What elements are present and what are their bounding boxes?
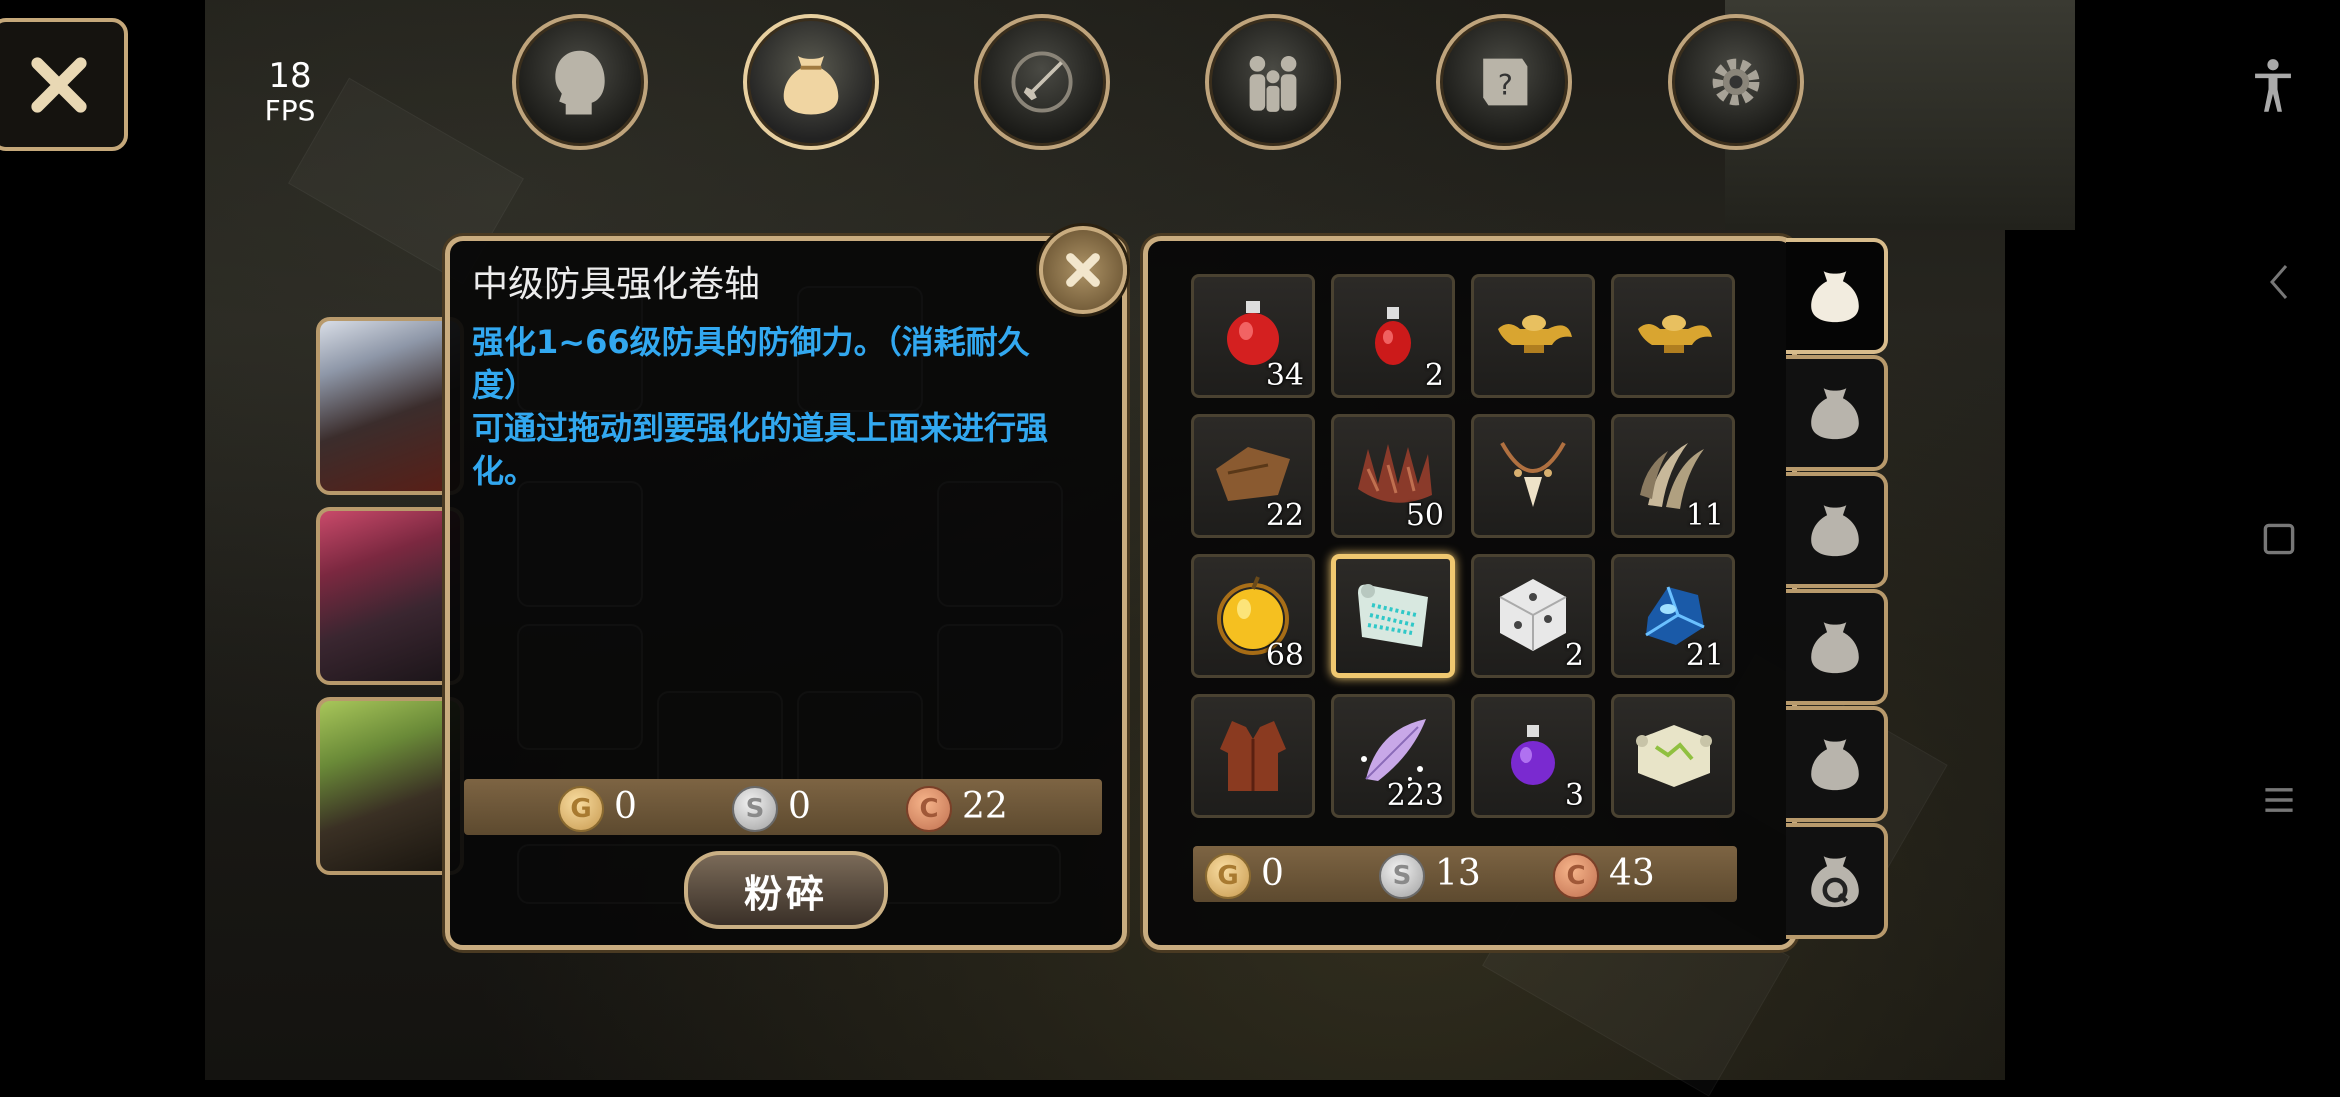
bag-icon <box>1811 622 1859 674</box>
inventory-slot-selected[interactable] <box>1331 554 1455 678</box>
item-count: 11 <box>1685 498 1724 533</box>
inventory-slot[interactable] <box>1611 274 1735 398</box>
portrait-white-hair-hero[interactable] <box>316 317 464 495</box>
top-navigation: ? <box>0 14 2340 154</box>
item-count: 34 <box>1265 358 1304 393</box>
scroll-question-icon: ? <box>1483 58 1528 106</box>
wallet-bar: G 0 S 13 C 43 <box>1193 846 1737 902</box>
gear-icon <box>1712 58 1760 106</box>
close-detail-button[interactable] <box>1039 226 1127 314</box>
item-count: 3 <box>1564 778 1584 813</box>
people-icon <box>1249 56 1297 112</box>
inventory-slot[interactable] <box>1471 274 1595 398</box>
silver-coin-icon: S <box>1379 853 1425 899</box>
settings-tab-button[interactable] <box>1668 14 1804 150</box>
quest-bag-icon <box>1811 856 1859 908</box>
inventory-slot[interactable]: 3 <box>1471 694 1595 818</box>
copper-amount: 22 <box>962 786 1008 827</box>
item-description: 强化1~66级防具的防御力。（消耗耐久度） 可通过拖动到要强化的道具上面来进行强… <box>472 321 1072 493</box>
map-scroll-icon <box>1636 725 1712 787</box>
silver-amount: 13 <box>1435 853 1481 894</box>
bag-icon <box>1811 505 1859 557</box>
bag-tab-4[interactable] <box>1786 589 1888 705</box>
equipment-slot <box>937 624 1063 750</box>
gold-amount: 0 <box>614 786 637 827</box>
smash-button[interactable]: 粉碎 <box>684 851 888 929</box>
item-detail-panel: 中级防具强化卷轴 强化1~66级防具的防御力。（消耗耐久度） 可通过拖动到要强化… <box>445 236 1127 950</box>
bag-tab-2[interactable] <box>1786 355 1888 471</box>
inventory-slot[interactable]: 22 <box>1191 414 1315 538</box>
item-count: 2 <box>1564 638 1584 673</box>
gold-amount: 0 <box>1261 853 1284 894</box>
enchant-scroll-icon <box>1358 584 1428 647</box>
leather-armor-icon <box>1220 721 1286 791</box>
inventory-slot[interactable]: 34 <box>1191 274 1315 398</box>
inventory-slot[interactable]: 2 <box>1471 554 1595 678</box>
inventory-slot[interactable] <box>1191 694 1315 818</box>
sell-price-bar: G 0 S 0 C 22 <box>464 779 1102 835</box>
inventory-slot[interactable]: 68 <box>1191 554 1315 678</box>
equipment-slot <box>937 481 1063 607</box>
item-count: 21 <box>1685 638 1724 673</box>
home-icon[interactable] <box>2262 522 2296 556</box>
inventory-panel: 34 2 22 50 11 68 2 21 223 3 G 0 S 13 C 4… <box>1143 236 1797 950</box>
item-count: 50 <box>1405 498 1444 533</box>
quest-bag-tab[interactable] <box>1786 823 1888 939</box>
copper-coin-icon: C <box>906 786 952 832</box>
skills-tab-button[interactable] <box>974 14 1110 150</box>
description-line: 可通过拖动到要强化的道具上面来进行强化。 <box>472 409 1049 490</box>
accessibility-icon[interactable] <box>2250 58 2296 114</box>
bag-icon <box>1811 388 1859 440</box>
quest-tab-button[interactable]: ? <box>1436 14 1572 150</box>
head-icon <box>555 50 605 115</box>
inventory-tab-button[interactable] <box>743 14 879 150</box>
equipment-slot <box>517 624 643 750</box>
party-tab-button[interactable] <box>1205 14 1341 150</box>
bag-icon <box>1811 271 1859 323</box>
golden-lamp-icon <box>1638 315 1712 353</box>
item-title: 中级防具强化卷轴 <box>472 264 761 305</box>
inventory-slot[interactable] <box>1471 414 1595 538</box>
item-count: 68 <box>1265 638 1304 673</box>
bag-tab-5[interactable] <box>1786 706 1888 822</box>
bag-icon <box>1811 739 1859 791</box>
gold-coin-icon: G <box>1205 853 1251 899</box>
golden-lamp-icon <box>1498 315 1572 353</box>
gold-coin-icon: G <box>558 786 604 832</box>
bag-tab-1[interactable] <box>1786 238 1888 354</box>
close-icon <box>1066 253 1100 287</box>
equipment-slot <box>517 481 643 607</box>
fang-necklace-icon <box>1500 442 1566 507</box>
portrait-green-hair-hero[interactable] <box>316 697 464 875</box>
inventory-slot[interactable]: 50 <box>1331 414 1455 538</box>
inventory-slot[interactable]: 21 <box>1611 554 1735 678</box>
silver-coin-icon: S <box>732 786 778 832</box>
bag-icon <box>783 56 839 115</box>
sword-icon <box>1011 51 1073 113</box>
item-count: 22 <box>1265 498 1304 533</box>
bag-tab-3[interactable] <box>1786 472 1888 588</box>
silver-amount: 0 <box>788 786 811 827</box>
character-tab-button[interactable] <box>512 14 648 150</box>
inventory-slot[interactable]: 223 <box>1331 694 1455 818</box>
back-icon[interactable] <box>2262 262 2296 302</box>
description-line: 强化1~66级防具的防御力。（消耗耐久度） <box>472 323 1030 404</box>
recents-icon[interactable] <box>2262 783 2296 817</box>
inventory-slot[interactable]: 11 <box>1611 414 1735 538</box>
svg-text:?: ? <box>1498 68 1513 102</box>
inventory-slot[interactable]: 2 <box>1331 274 1455 398</box>
portrait-red-hair-heroine[interactable] <box>316 507 464 685</box>
copper-coin-icon: C <box>1553 853 1599 899</box>
inventory-slot[interactable] <box>1611 694 1735 818</box>
item-count: 2 <box>1424 358 1444 393</box>
item-count: 223 <box>1386 778 1444 813</box>
copper-amount: 43 <box>1609 853 1655 894</box>
